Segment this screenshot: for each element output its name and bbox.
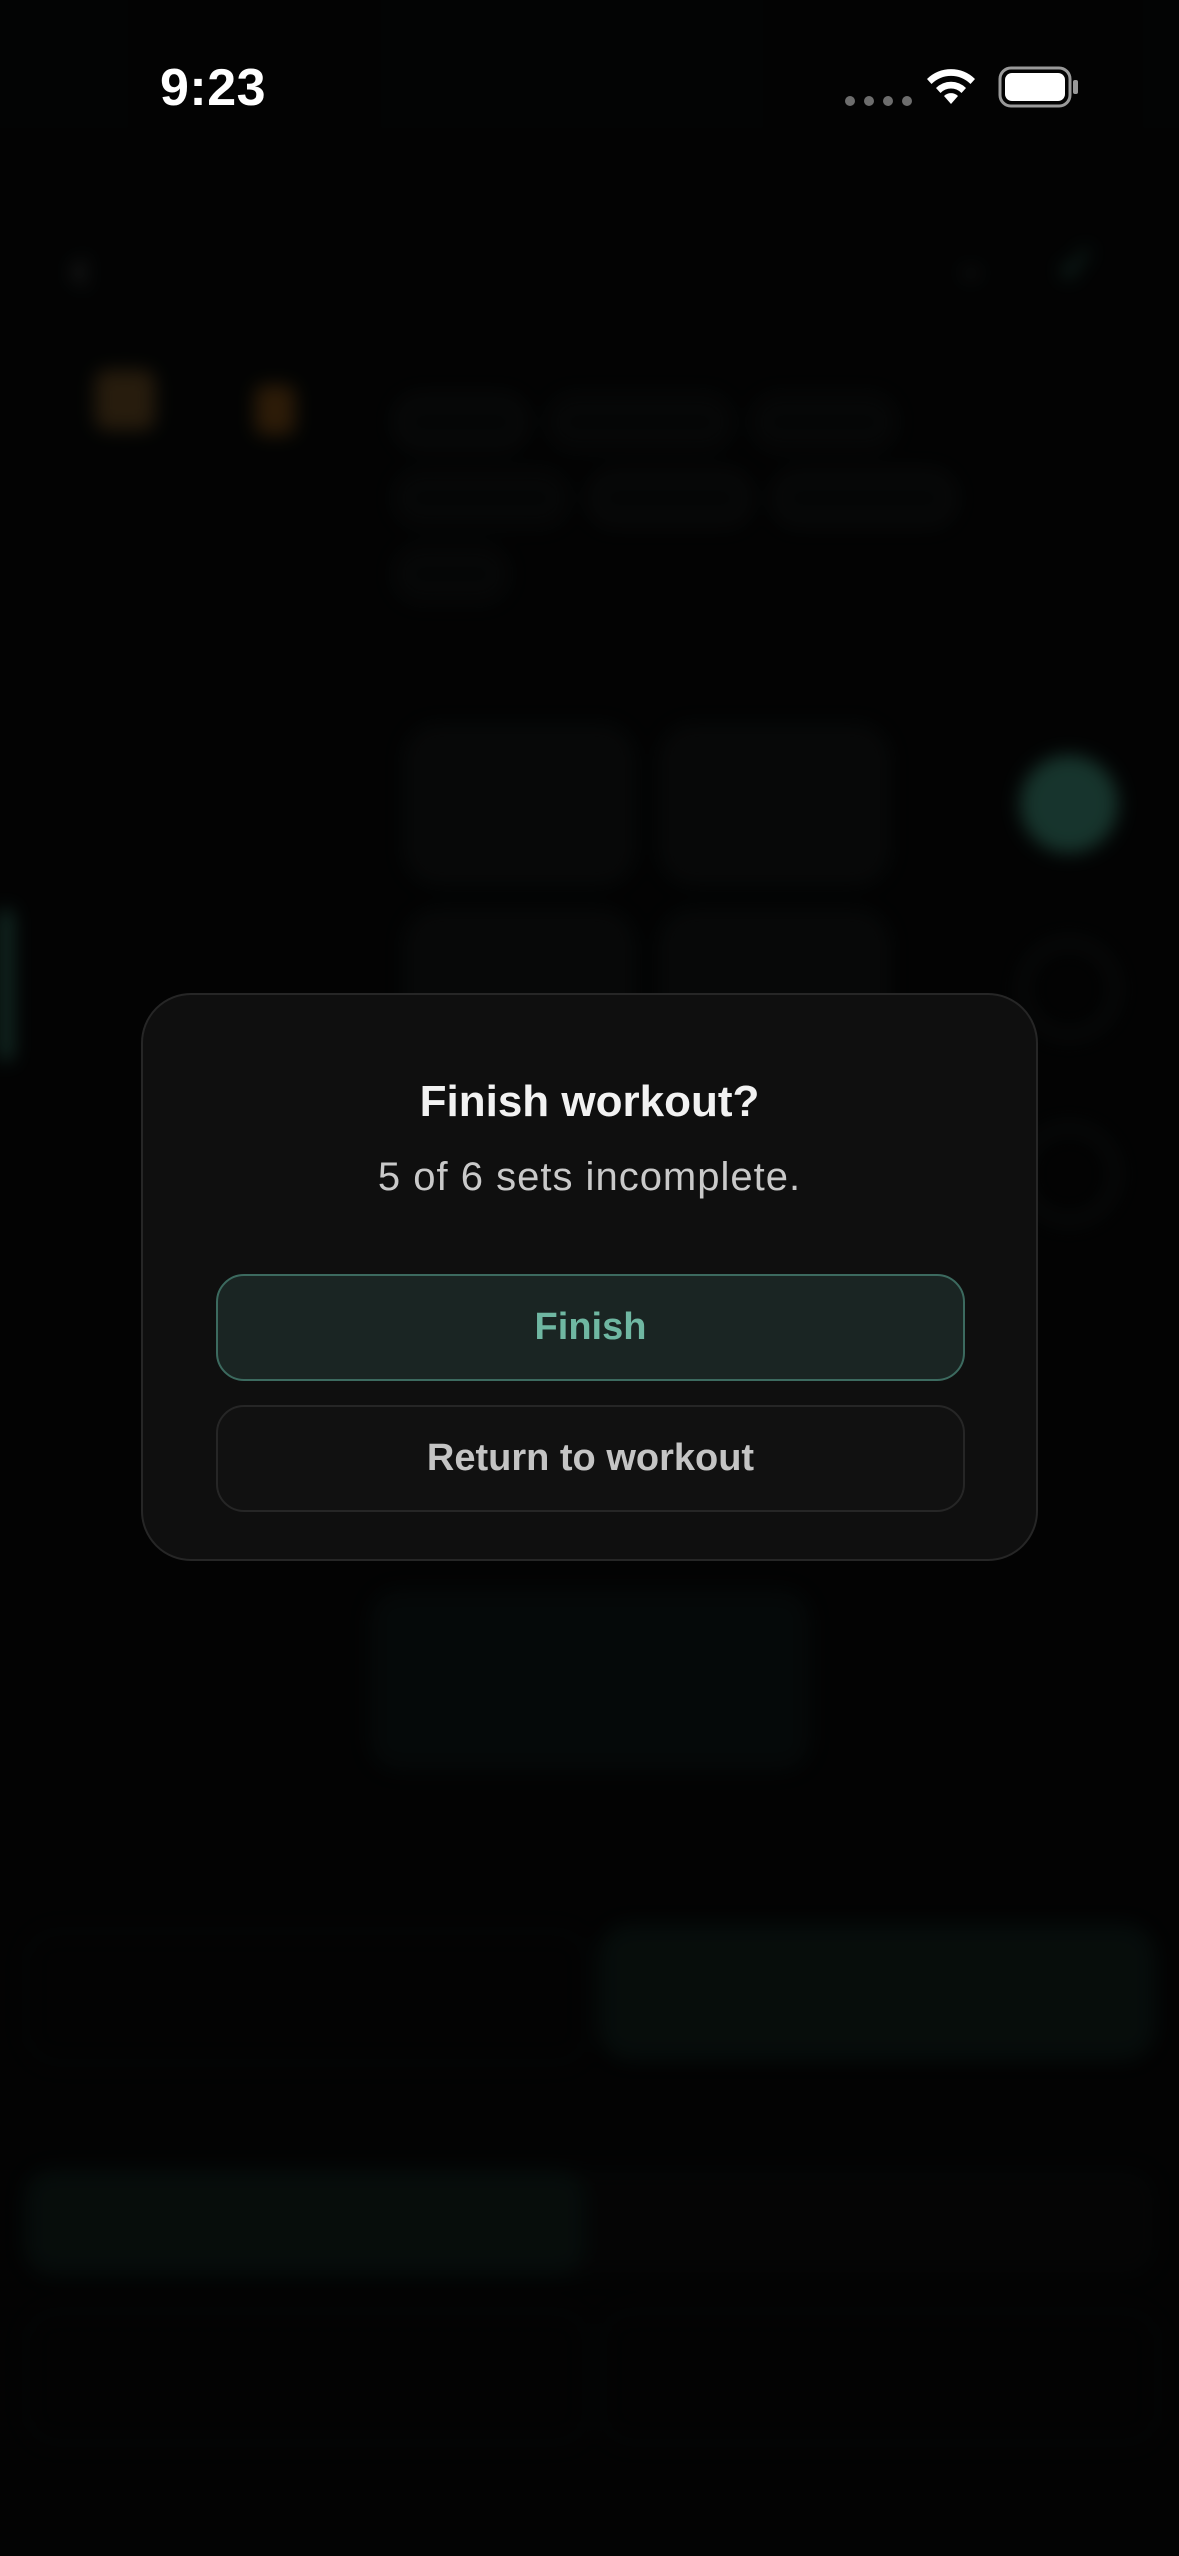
dialog-title: Finish workout? [419, 1077, 760, 1126]
finish-button[interactable]: Finish [216, 1274, 965, 1381]
return-to-workout-button[interactable]: Return to workout [216, 1405, 965, 1512]
finish-workout-dialog: Finish workout? 5 of 6 sets incomplete. … [141, 993, 1038, 1561]
status-bar: 9:23 [0, 0, 1179, 170]
dialog-message: 5 of 6 sets incomplete. [377, 1155, 802, 1199]
battery-icon [998, 66, 1078, 108]
wifi-icon [927, 69, 975, 104]
status-time: 9:23 [160, 59, 267, 117]
cellular-signal-icon [845, 96, 912, 106]
